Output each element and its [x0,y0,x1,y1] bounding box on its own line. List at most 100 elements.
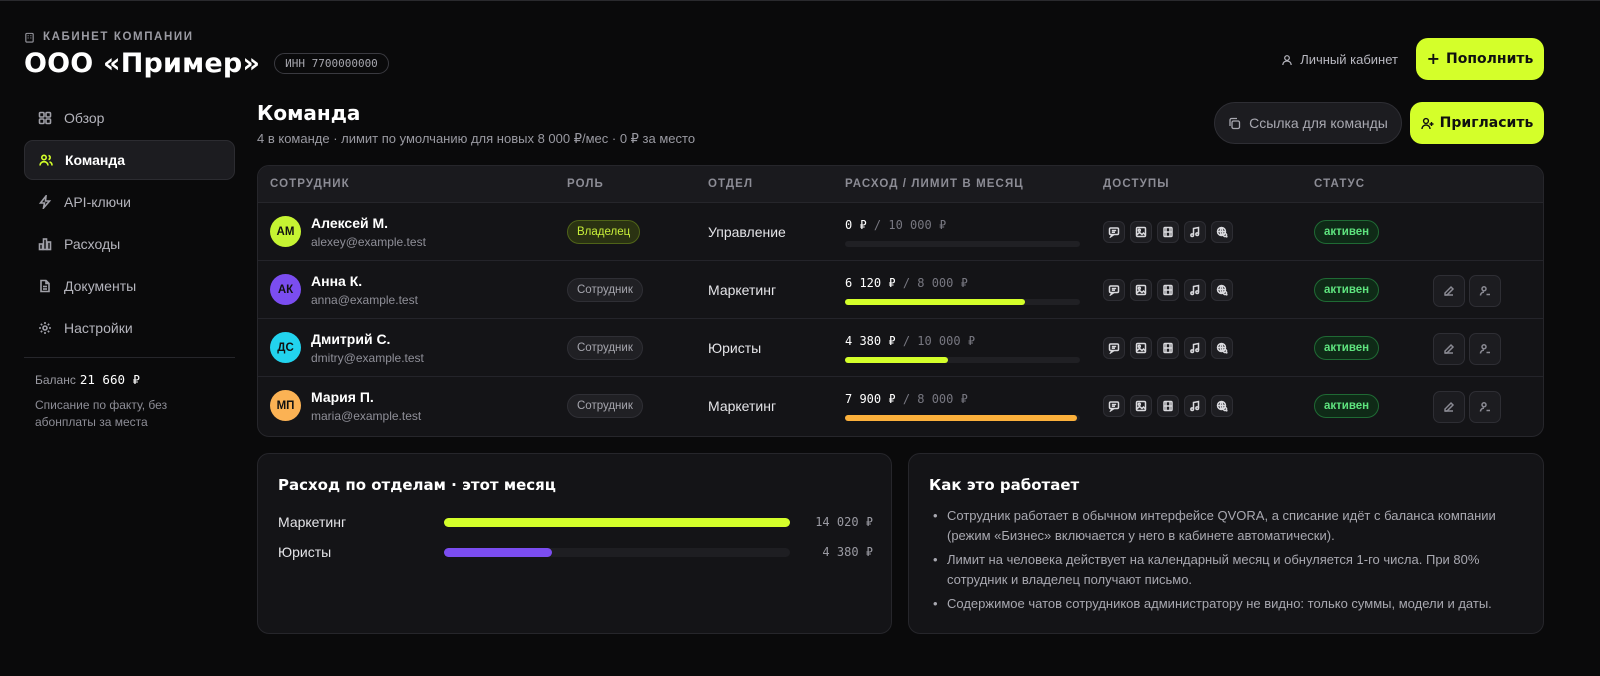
user-icon [1282,54,1292,65]
balance-label: Баланс [35,373,76,387]
list-item: Содержимое чатов сотрудников администрат… [931,594,1526,614]
column-department: ОТДЕЛ [708,178,754,190]
video-icon [1163,400,1173,412]
web-search-icon [1216,342,1228,354]
table-row[interactable]: ДС Дмитрий С. dmitry@example.test Сотруд… [258,319,1543,377]
spend-value: 0 ₽ [845,218,867,232]
top-divider [0,0,1600,1]
sidebar-item-documents[interactable]: Документы [24,266,235,306]
permission-toggle[interactable] [1211,337,1233,359]
image-icon [1135,284,1147,296]
chat-icon [1108,227,1120,238]
table-row[interactable]: АМ Алексей М. alexey@example.test Владел… [258,203,1543,261]
remove-member-button[interactable] [1469,275,1501,307]
image-icon [1135,342,1147,354]
member-department: Маркетинг [708,282,777,298]
permission-toggle[interactable] [1130,221,1152,243]
sidebar-item-expenses[interactable]: Расходы [24,224,235,264]
member-department: Маркетинг [708,398,777,414]
permission-toggle[interactable] [1211,395,1233,417]
sidebar-item-label: Расходы [64,236,121,252]
bolt-icon [38,195,52,209]
bar-chart-icon [38,238,52,251]
permission-toggle[interactable] [1211,221,1233,243]
team-table: СОТРУДНИК РОЛЬ ОТДЕЛ РАСХОД / ЛИМИТ В МЕ… [257,165,1544,437]
permission-toggle[interactable] [1184,221,1206,243]
how-it-works-title: Как это работает [929,476,1080,494]
permission-toggle[interactable] [1157,221,1179,243]
member-name: Алексей М. [311,215,389,231]
team-link-button[interactable]: Ссылка для команды [1214,102,1402,144]
member-name: Мария П. [311,389,374,405]
department-value: 14 020 ₽ [815,515,873,529]
gear-icon [39,322,51,334]
permission-toggle[interactable] [1130,279,1152,301]
balance-value: 21 660 ₽ [79,372,141,387]
sidebar-item-label: Настройки [64,320,133,336]
grid-icon [38,111,52,125]
status-badge: активен [1314,336,1380,360]
personal-cabinet-link[interactable]: Личный кабинет [1281,52,1398,67]
column-access: ДОСТУПЫ [1103,178,1170,190]
permission-icons [1103,221,1233,243]
avatar: АК [270,274,301,305]
sidebar-item-api-keys[interactable]: API-ключи [24,182,235,222]
web-search-icon [1216,400,1228,412]
document-icon [40,279,50,293]
permission-toggle[interactable] [1184,279,1206,301]
department-bar-track [444,518,790,527]
permission-toggle[interactable] [1130,395,1152,417]
permission-toggle[interactable] [1103,395,1125,417]
copy-icon [1229,117,1241,129]
chat-icon [1108,343,1120,354]
sidebar-item-overview[interactable]: Обзор [24,98,235,138]
edit-member-button[interactable] [1433,275,1465,307]
permission-toggle[interactable] [1130,337,1152,359]
topup-button[interactable]: + Пополнить [1416,38,1544,80]
remove-member-button[interactable] [1469,391,1501,423]
member-department: Управление [708,224,786,240]
permission-toggle[interactable] [1184,337,1206,359]
department-value: 4 380 ₽ [822,545,873,559]
permission-toggle[interactable] [1184,395,1206,417]
permission-toggle[interactable] [1103,221,1125,243]
edit-member-button[interactable] [1433,333,1465,365]
remove-member-button[interactable] [1469,333,1501,365]
permission-toggle[interactable] [1211,279,1233,301]
invite-button[interactable]: Пригласить [1410,102,1544,144]
permission-toggle[interactable] [1157,279,1179,301]
sidebar-item-settings[interactable]: Настройки [24,308,235,348]
permission-toggle[interactable] [1157,395,1179,417]
plus-icon: + [1426,49,1441,68]
chat-icon [1108,401,1120,412]
web-search-icon [1216,284,1228,296]
add-user-icon [1420,117,1434,129]
spend-value: 6 120 ₽ [845,276,896,290]
permission-toggle[interactable] [1157,337,1179,359]
table-row[interactable]: АК Анна К. anna@example.test Сотрудник М… [258,261,1543,319]
member-email: anna@example.test [311,293,418,307]
usage-bar-fill [845,415,1078,421]
member-email: alexey@example.test [311,235,426,249]
building-icon [25,32,34,43]
permission-toggle[interactable] [1103,337,1125,359]
permission-toggle[interactable] [1103,279,1125,301]
limit-value: / 10 000 ₽ [873,218,947,232]
list-item: Сотрудник работает в обычном интерфейсе … [931,506,1526,546]
remove-user-icon [1479,286,1490,296]
role-badge: Сотрудник [567,336,643,360]
permission-icons [1103,279,1233,301]
member-email: maria@example.test [311,409,422,423]
sidebar-item-team[interactable]: Команда [24,140,235,180]
how-it-works-card: Как это работает Сотрудник работает в об… [908,453,1544,634]
how-it-works-list: Сотрудник работает в обычном интерфейсе … [931,506,1526,618]
department-bar-fill [444,518,790,527]
table-row[interactable]: МП Мария П. maria@example.test Сотрудник… [258,377,1543,435]
inn-badge: ИНН 7700000000 [274,53,389,74]
column-spend-limit: РАСХОД / ЛИМИТ В МЕСЯЦ [845,178,1024,190]
table-header: СОТРУДНИК РОЛЬ ОТДЕЛ РАСХОД / ЛИМИТ В МЕ… [258,166,1543,203]
column-status: СТАТУС [1314,178,1366,190]
spend-limit: 0 ₽ / 10 000 ₽ [845,218,946,232]
edit-member-button[interactable] [1433,391,1465,423]
edit-icon [1444,343,1455,354]
